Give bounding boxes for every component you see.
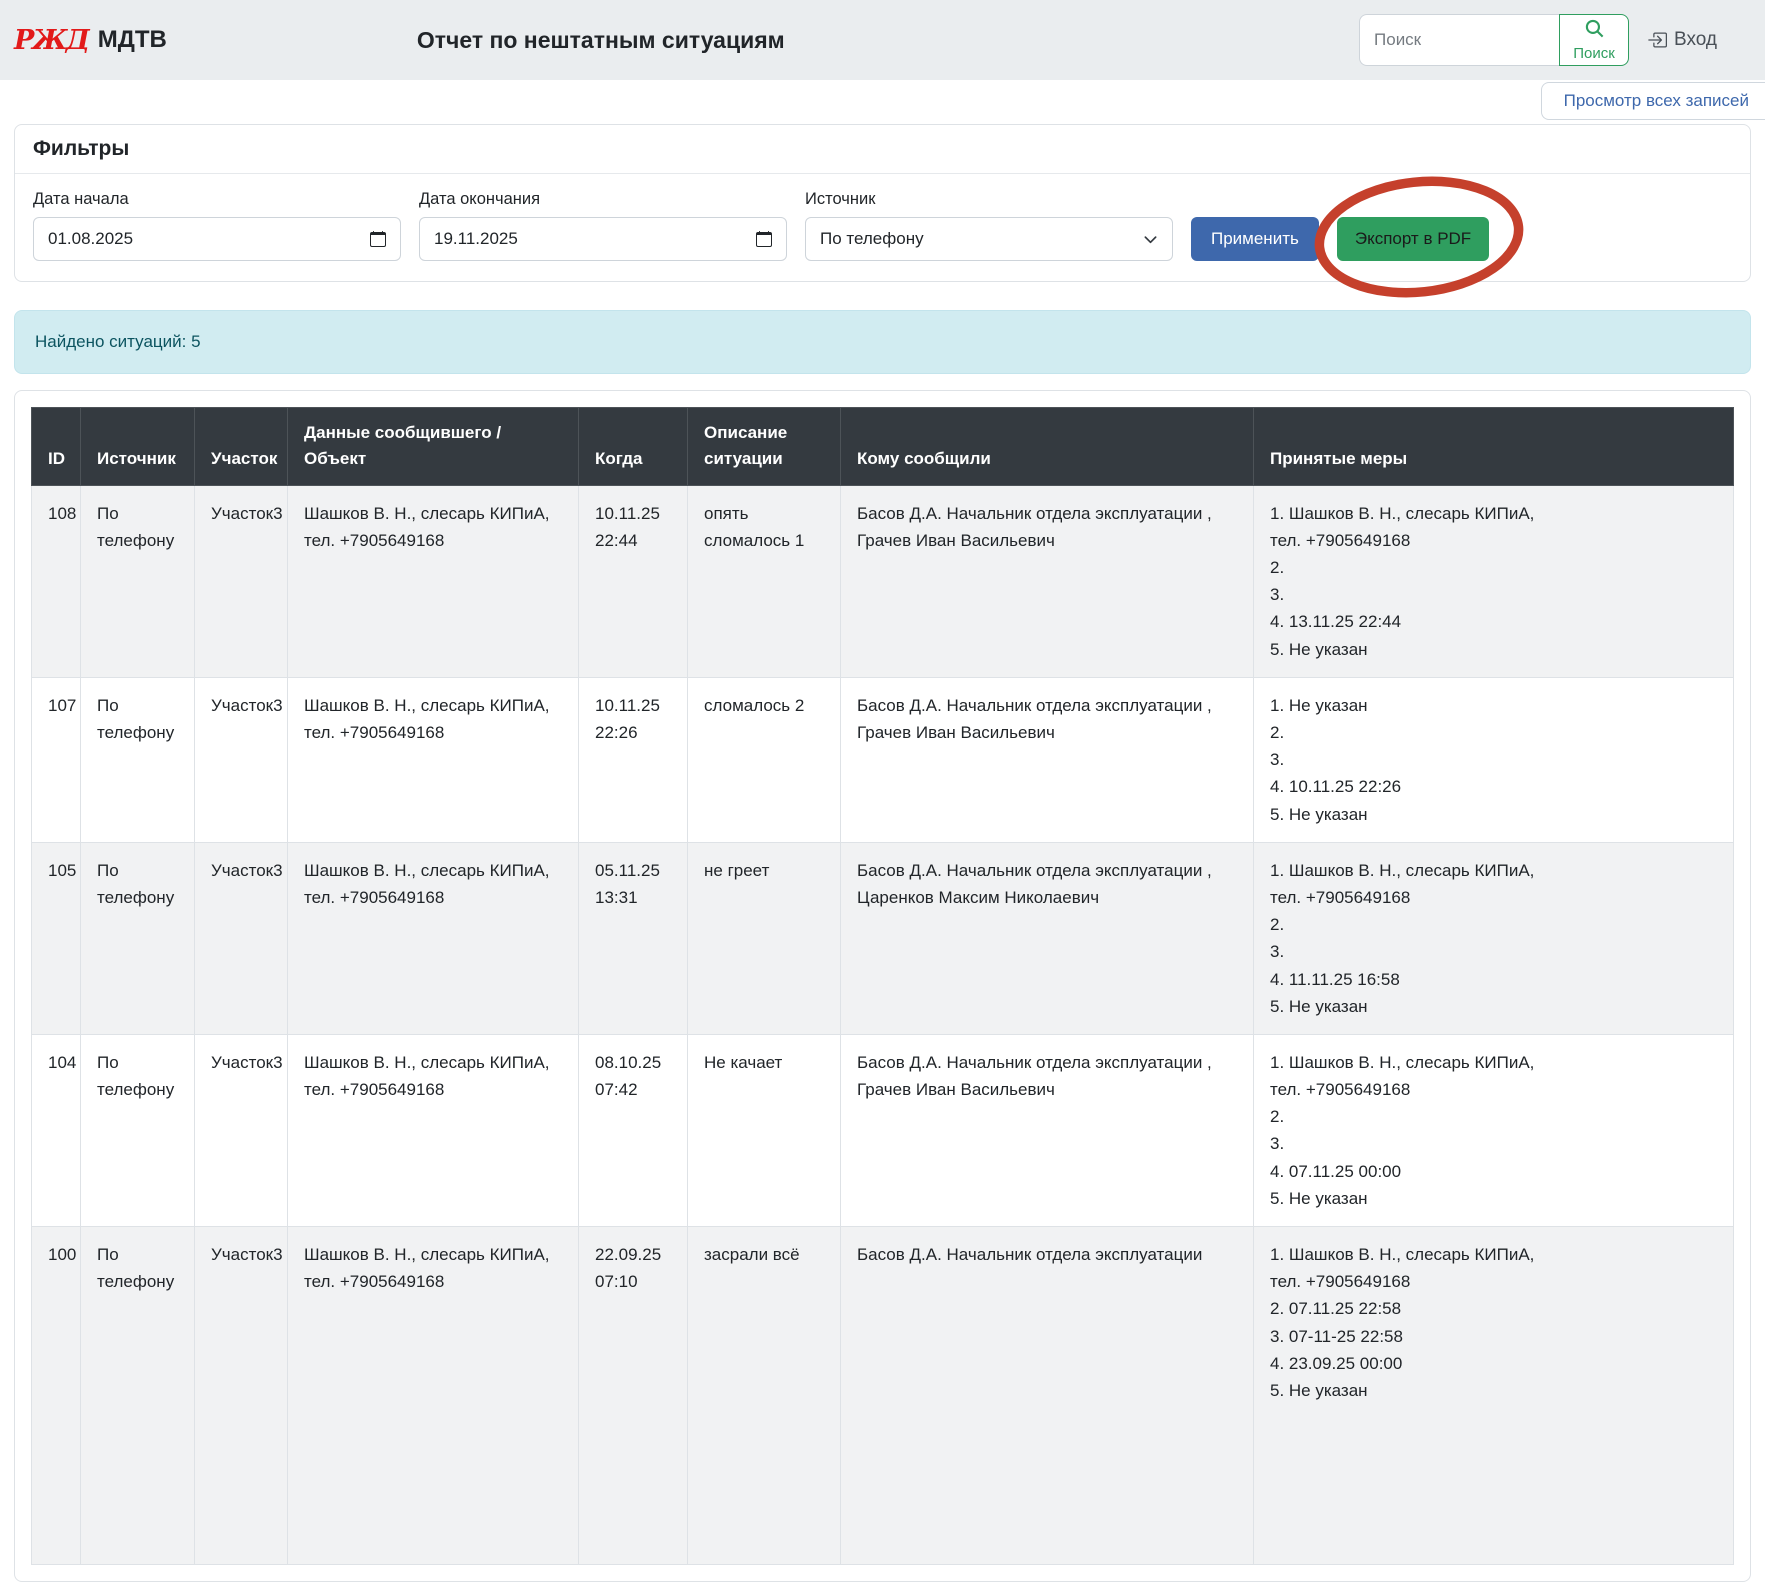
table-head: IDИсточникУчастокДанные сообщившего / Об… <box>32 408 1734 486</box>
filters-title: Фильтры <box>15 125 1750 174</box>
cell-measures: 1. Шашков В. Н., слесарь КИПиА, тел. +79… <box>1254 1227 1734 1565</box>
export-pdf-button[interactable]: Экспорт в PDF <box>1337 217 1489 261</box>
main-container: Просмотр всех записей Фильтры Дата начал… <box>0 82 1765 1582</box>
end-date-label: Дата окончания <box>419 190 787 209</box>
cell-reporter: Шашков В. Н., слесарь КИПиА, тел. +79056… <box>288 1227 579 1565</box>
view-all-button[interactable]: Просмотр всех записей <box>1541 82 1765 120</box>
start-date-label: Дата начала <box>33 190 401 209</box>
filters-card: Фильтры Дата начала Дата окончания <box>14 124 1751 282</box>
apply-button[interactable]: Применить <box>1191 217 1319 261</box>
cell-id: 104 <box>32 1034 81 1226</box>
calendar-icon[interactable] <box>756 231 772 247</box>
col-measures: Принятые меры <box>1254 408 1734 486</box>
report-table: IDИсточникУчастокДанные сообщившего / Об… <box>31 407 1734 1565</box>
cell-source: По телефону <box>81 842 195 1034</box>
cell-when: 10.11.25 22:44 <box>579 485 688 677</box>
col-description: Описание ситуации <box>688 408 841 486</box>
table-row: 104По телефонуУчасток3Шашков В. Н., слес… <box>32 1034 1734 1226</box>
cell-section: Участок3 <box>195 677 288 842</box>
search-input[interactable] <box>1359 14 1559 66</box>
table-row: 105По телефонуУчасток3Шашков В. Н., слес… <box>32 842 1734 1034</box>
cell-section: Участок3 <box>195 485 288 677</box>
cell-source: По телефону <box>81 1227 195 1565</box>
col-reporter: Данные сообщившего / Объект <box>288 408 579 486</box>
login-icon <box>1647 30 1667 50</box>
cell-reported_to: Басов Д.А. Начальник отдела эксплуатации… <box>841 842 1254 1034</box>
login-label: Вход <box>1674 29 1717 51</box>
report-table-card: IDИсточникУчастокДанные сообщившего / Об… <box>14 390 1751 1582</box>
table-body: 108По телефонуУчасток3Шашков В. Н., слес… <box>32 485 1734 1564</box>
cell-description: Не качает <box>688 1034 841 1226</box>
rzd-logo-icon: РЖД <box>14 27 88 54</box>
table-row: 107По телефонуУчасток3Шашков В. Н., слес… <box>32 677 1734 842</box>
cell-measures: 1. Не указан 2. 3. 4. 10.11.25 22:26 5. … <box>1254 677 1734 842</box>
chevron-down-icon <box>1143 232 1158 247</box>
source-select[interactable]: По телефону <box>805 217 1173 261</box>
cell-when: 22.09.25 07:10 <box>579 1227 688 1565</box>
cell-when: 05.11.25 13:31 <box>579 842 688 1034</box>
cell-section: Участок3 <box>195 1227 288 1565</box>
cell-source: По телефону <box>81 485 195 677</box>
app-header: РЖД МДТВ Отчет по нештатным ситуациям По… <box>0 0 1765 80</box>
cell-section: Участок3 <box>195 842 288 1034</box>
table-header-row: IDИсточникУчастокДанные сообщившего / Об… <box>32 408 1734 486</box>
export-wrap: Экспорт в PDF <box>1337 217 1489 261</box>
cell-source: По телефону <box>81 677 195 842</box>
calendar-icon[interactable] <box>370 231 386 247</box>
search-button[interactable]: Поиск <box>1559 14 1629 66</box>
cell-section: Участок3 <box>195 1034 288 1226</box>
cell-measures: 1. Шашков В. Н., слесарь КИПиА, тел. +79… <box>1254 842 1734 1034</box>
end-date-field[interactable] <box>419 217 787 261</box>
start-date-input[interactable] <box>48 229 360 249</box>
cell-source: По телефону <box>81 1034 195 1226</box>
end-date-field-group: Дата окончания <box>419 190 787 261</box>
cell-reported_to: Басов Д.А. Начальник отдела эксплуатации… <box>841 485 1254 677</box>
header-right: Поиск Вход <box>1359 14 1717 66</box>
cell-id: 108 <box>32 485 81 677</box>
cell-reported_to: Басов Д.А. Начальник отдела эксплуатации… <box>841 1034 1254 1226</box>
cell-when: 10.11.25 22:26 <box>579 677 688 842</box>
col-source: Источник <box>81 408 195 486</box>
start-date-field-group: Дата начала <box>33 190 401 261</box>
view-all-row: Просмотр всех записей <box>14 82 1765 120</box>
source-selected-value: По телефону <box>820 229 924 249</box>
cell-reporter: Шашков В. Н., слесарь КИПиА, тел. +79056… <box>288 485 579 677</box>
cell-description: не греет <box>688 842 841 1034</box>
table-row: 108По телефонуУчасток3Шашков В. Н., слес… <box>32 485 1734 677</box>
cell-id: 107 <box>32 677 81 842</box>
results-count-alert: Найдено ситуаций: 5 <box>14 310 1751 374</box>
brand-name: МДТВ <box>98 26 167 54</box>
table-row: 100По телефонуУчасток3Шашков В. Н., слес… <box>32 1227 1734 1565</box>
cell-reported_to: Басов Д.А. Начальник отдела эксплуатации… <box>841 677 1254 842</box>
search-group: Поиск <box>1359 14 1629 66</box>
cell-reporter: Шашков В. Н., слесарь КИПиА, тел. +79056… <box>288 677 579 842</box>
filters-body: Дата начала Дата окончания <box>15 174 1750 281</box>
cell-description: опять сломалось 1 <box>688 485 841 677</box>
cell-description: засрали всё <box>688 1227 841 1565</box>
col-reported_to: Кому сообщили <box>841 408 1254 486</box>
col-section: Участок <box>195 408 288 486</box>
search-button-label: Поиск <box>1573 45 1615 62</box>
page-title: Отчет по нештатным ситуациям <box>417 27 785 54</box>
cell-reporter: Шашков В. Н., слесарь КИПиА, тел. +79056… <box>288 1034 579 1226</box>
col-when: Когда <box>579 408 688 486</box>
source-field-group: Источник По телефону <box>805 190 1173 261</box>
cell-when: 08.10.25 07:42 <box>579 1034 688 1226</box>
start-date-field[interactable] <box>33 217 401 261</box>
cell-measures: 1. Шашков В. Н., слесарь КИПиА, тел. +79… <box>1254 485 1734 677</box>
cell-description: сломалось 2 <box>688 677 841 842</box>
brand: РЖД МДТВ <box>14 26 167 54</box>
cell-id: 100 <box>32 1227 81 1565</box>
cell-reported_to: Басов Д.А. Начальник отдела эксплуатации <box>841 1227 1254 1565</box>
cell-id: 105 <box>32 842 81 1034</box>
cell-measures: 1. Шашков В. Н., слесарь КИПиА, тел. +79… <box>1254 1034 1734 1226</box>
end-date-input[interactable] <box>434 229 746 249</box>
col-id: ID <box>32 408 81 486</box>
cell-reporter: Шашков В. Н., слесарь КИПиА, тел. +79056… <box>288 842 579 1034</box>
login-link[interactable]: Вход <box>1647 29 1717 51</box>
source-label: Источник <box>805 190 1173 209</box>
search-icon <box>1584 18 1605 43</box>
